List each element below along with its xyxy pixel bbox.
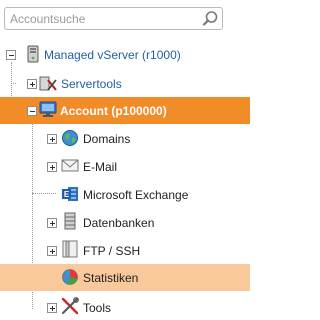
envelope-icon [61, 159, 79, 172]
tools-icon [61, 297, 79, 315]
tree-item-label: Tools [83, 301, 112, 315]
expand-icon[interactable] [47, 134, 57, 144]
database-icon [64, 212, 76, 230]
tree-item-datenbanken[interactable]: Datenbanken [0, 209, 250, 235]
tree-item-email[interactable]: E-Mail [0, 153, 250, 179]
tree-item-label: Statistiken [83, 271, 139, 285]
account-search-input[interactable] [8, 10, 200, 27]
expand-icon[interactable] [47, 303, 57, 313]
tree-item-label: FTP / SSH [83, 244, 141, 258]
collapse-icon[interactable] [27, 106, 37, 116]
svg-text:E: E [64, 190, 70, 199]
tree-item-label: Managed vServer (r1000) [44, 48, 181, 62]
tree-item-label: Datenbanken [83, 216, 155, 230]
tree-item-servertools[interactable]: Servertools [0, 70, 250, 96]
server-icon [27, 45, 39, 63]
tree-item-account[interactable]: Account (p100000) [0, 97, 250, 124]
monitor-icon [39, 101, 57, 117]
expand-icon[interactable] [47, 246, 57, 256]
expand-icon[interactable] [47, 218, 57, 228]
tree-item-label: Microsoft Exchange [83, 188, 189, 202]
servertools-icon [39, 76, 57, 91]
account-search-box[interactable] [4, 7, 223, 30]
pie-chart-icon [62, 269, 78, 285]
tree-item-label: E-Mail [83, 160, 118, 174]
tree-item-managed-vserver[interactable]: Managed vServer (r1000) [0, 42, 250, 68]
exchange-icon: E [62, 187, 78, 201]
expand-icon[interactable] [27, 79, 37, 89]
tree-item-tools[interactable]: Tools [0, 294, 250, 320]
expand-icon[interactable] [47, 162, 57, 172]
tree-item-label: Servertools [61, 77, 122, 91]
ftp-icon [62, 240, 78, 258]
collapse-icon[interactable] [6, 50, 16, 60]
tree-item-label: Account (p100000) [60, 104, 167, 118]
tree-item-statistiken[interactable]: Statistiken [0, 264, 250, 291]
tree-item-ftp-ssh[interactable]: FTP / SSH [0, 237, 250, 263]
tree-item-domains[interactable]: Domains [0, 125, 250, 151]
tree-item-label: Domains [83, 132, 131, 146]
search-icon[interactable] [202, 10, 219, 27]
globe-icon [62, 130, 78, 146]
tree-item-microsoft-exchange[interactable]: E Microsoft Exchange [0, 181, 250, 207]
